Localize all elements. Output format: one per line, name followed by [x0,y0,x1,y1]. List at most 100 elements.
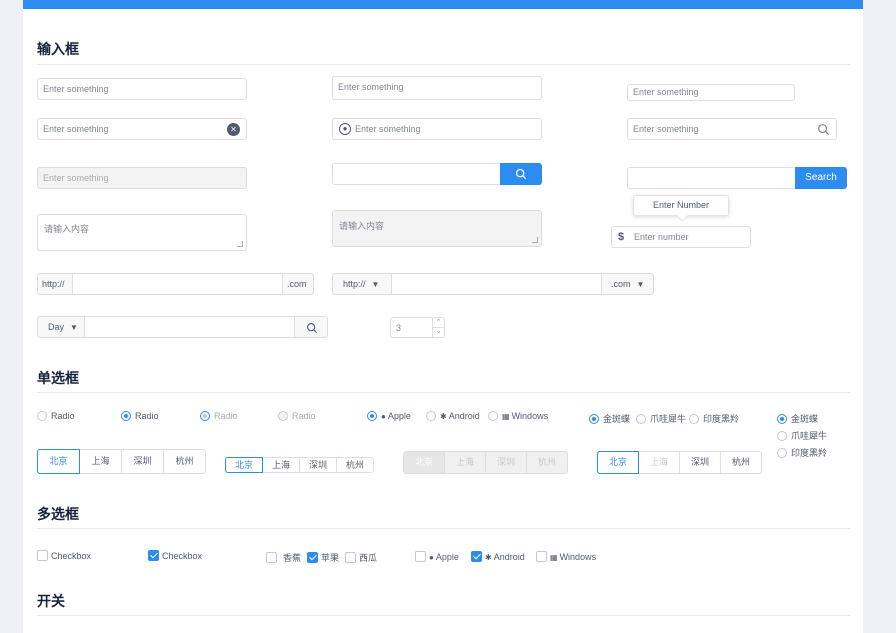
tab-shanghai[interactable]: 上海 [262,457,300,473]
tab-beijing[interactable]: 北京 [225,457,263,473]
radio-label: Android [448,411,480,421]
user-icon: ● [339,123,351,135]
search-text-button[interactable]: Search [795,167,847,189]
radio-android[interactable]: ✱ Android [426,411,480,421]
tab-shanghai: 上海 [638,451,680,474]
protocol-select[interactable]: http:// ▼ [332,273,392,295]
quantity-stepper[interactable]: 3 ⌃ ⌄ [390,317,445,338]
divider [37,64,850,65]
tab-shenzhen[interactable]: 深圳 [679,451,721,474]
resize-handle-icon [532,237,538,243]
textarea[interactable]: 请输入内容 [37,214,247,251]
clear-icon[interactable]: ✕ [227,123,240,136]
radio-windows[interactable]: ▦ Windows [488,411,548,421]
windows-icon: ▦ [550,553,558,562]
radio-label: 爪哇犀牛 [791,431,828,441]
input-with-prefix[interactable]: ● Enter something [332,118,542,140]
stepper-up-icon[interactable]: ⌃ [432,318,444,328]
domain-select[interactable]: .com ▼ [601,273,654,295]
chevron-down-icon: ▼ [636,280,645,289]
radio-vertical-3[interactable]: 印度黑羚 [777,446,827,459]
checkbox-label: 苹果 [321,553,340,563]
checkbox-os-apple[interactable]: ● Apple [415,551,459,562]
input-default[interactable]: Enter something [332,76,542,100]
windows-icon: ▦ [502,412,510,421]
radio-checked[interactable]: Radio [121,411,159,421]
radio-label: 金斑蝶 [791,414,819,424]
radio-animal-1[interactable]: 金斑蝶 [589,412,630,425]
search-button[interactable] [500,163,542,185]
checkbox-os-android[interactable]: ✱ Android [471,551,525,562]
input-with-suffix[interactable]: Enter something [627,118,837,140]
radio-animal-3[interactable]: 印度黑羚 [689,412,739,425]
input-clearable-text: Enter something [43,124,109,134]
radio-vertical-2[interactable]: 爪哇犀牛 [777,429,827,442]
radio-label: Apple [387,411,411,421]
day-select[interactable]: Day ▼ [37,316,85,338]
resize-handle-icon[interactable] [237,241,243,247]
city-radio-group-small: 北京 上海 深圳 杭州 [225,457,374,473]
radio-icon [777,414,787,424]
tab-hangzhou[interactable]: 杭州 [336,457,374,473]
url-input-2[interactable] [391,273,602,295]
input-clearable[interactable]: Enter something ✕ [37,118,247,140]
day-search-button[interactable] [294,316,328,338]
city-radio-group-partial: 北京 上海 深圳 杭州 [597,451,762,474]
checkbox-label: Checkbox [162,551,203,561]
radio-label: Radio [214,411,238,421]
search-icon [515,168,527,180]
input-small[interactable]: Enter something [627,84,795,101]
content-card: 输入框 Enter something Enter something Ente… [23,9,863,633]
checkbox-icon [471,551,482,562]
checkbox-label: Android [493,552,525,562]
radio-label: 金斑蝶 [603,414,631,424]
tab-hangzhou[interactable]: 杭州 [720,451,762,474]
prefix-addon: http:// [37,273,73,295]
checkbox-label: Windows [559,552,597,562]
tab-beijing[interactable]: 北京 [597,451,639,474]
checkbox-watermelon[interactable]: 西瓜 [345,551,377,564]
stepper-down-icon[interactable]: ⌄ [432,328,444,337]
checkbox-label: Apple [435,552,459,562]
input-large[interactable]: Enter something [37,78,247,100]
radio-icon [488,411,498,421]
checkbox-banana[interactable]: 香蕉 [266,551,301,564]
tab-shenzhen[interactable]: 深圳 [299,457,337,473]
input-disabled: Enter something [37,167,247,189]
radio-icon [777,448,787,458]
search-input[interactable] [332,163,502,185]
input-with-prefix-text: Enter something [355,124,421,134]
radio-vertical-1[interactable]: 金斑蝶 [777,412,818,425]
number-input[interactable]: $ Enter number [611,226,751,248]
radio-unchecked[interactable]: Radio [37,411,75,421]
radio-animal-2[interactable]: 爪哇犀牛 [636,412,686,425]
checkbox-apple-fruit[interactable]: 苹果 [307,551,339,564]
radio-label: Windows [511,411,549,421]
checkbox-icon [266,552,277,563]
protocol-select-value: http:// [343,279,366,289]
android-icon: ✱ [440,412,447,421]
android-icon: ✱ [485,553,492,562]
checkbox-os-windows[interactable]: ▦ Windows [536,551,596,562]
radio-disabled-checked: Radio [200,411,238,421]
radio-label: 印度黑羚 [703,414,740,424]
divider [37,615,850,616]
search-icon [306,322,318,334]
day-input[interactable] [84,316,295,338]
url-input[interactable] [72,273,283,295]
tab-hangzhou[interactable]: 杭州 [163,449,206,474]
tab-beijing[interactable]: 北京 [37,449,80,474]
tab-shenzhen[interactable]: 深圳 [121,449,164,474]
divider [37,528,850,529]
checkbox-checked[interactable]: Checkbox [148,550,202,561]
checkbox-unchecked[interactable]: Checkbox [37,550,91,561]
radio-apple[interactable]: ● Apple [367,411,411,421]
input-with-suffix-text: Enter something [633,124,699,134]
search-input-text-button[interactable] [627,167,797,189]
search-icon[interactable] [817,123,830,136]
apple-icon: ● [429,553,434,562]
radio-icon [200,411,210,421]
tab-shanghai[interactable]: 上海 [79,449,122,474]
checkbox-label: Checkbox [51,551,92,561]
radio-label: Radio [51,411,75,421]
